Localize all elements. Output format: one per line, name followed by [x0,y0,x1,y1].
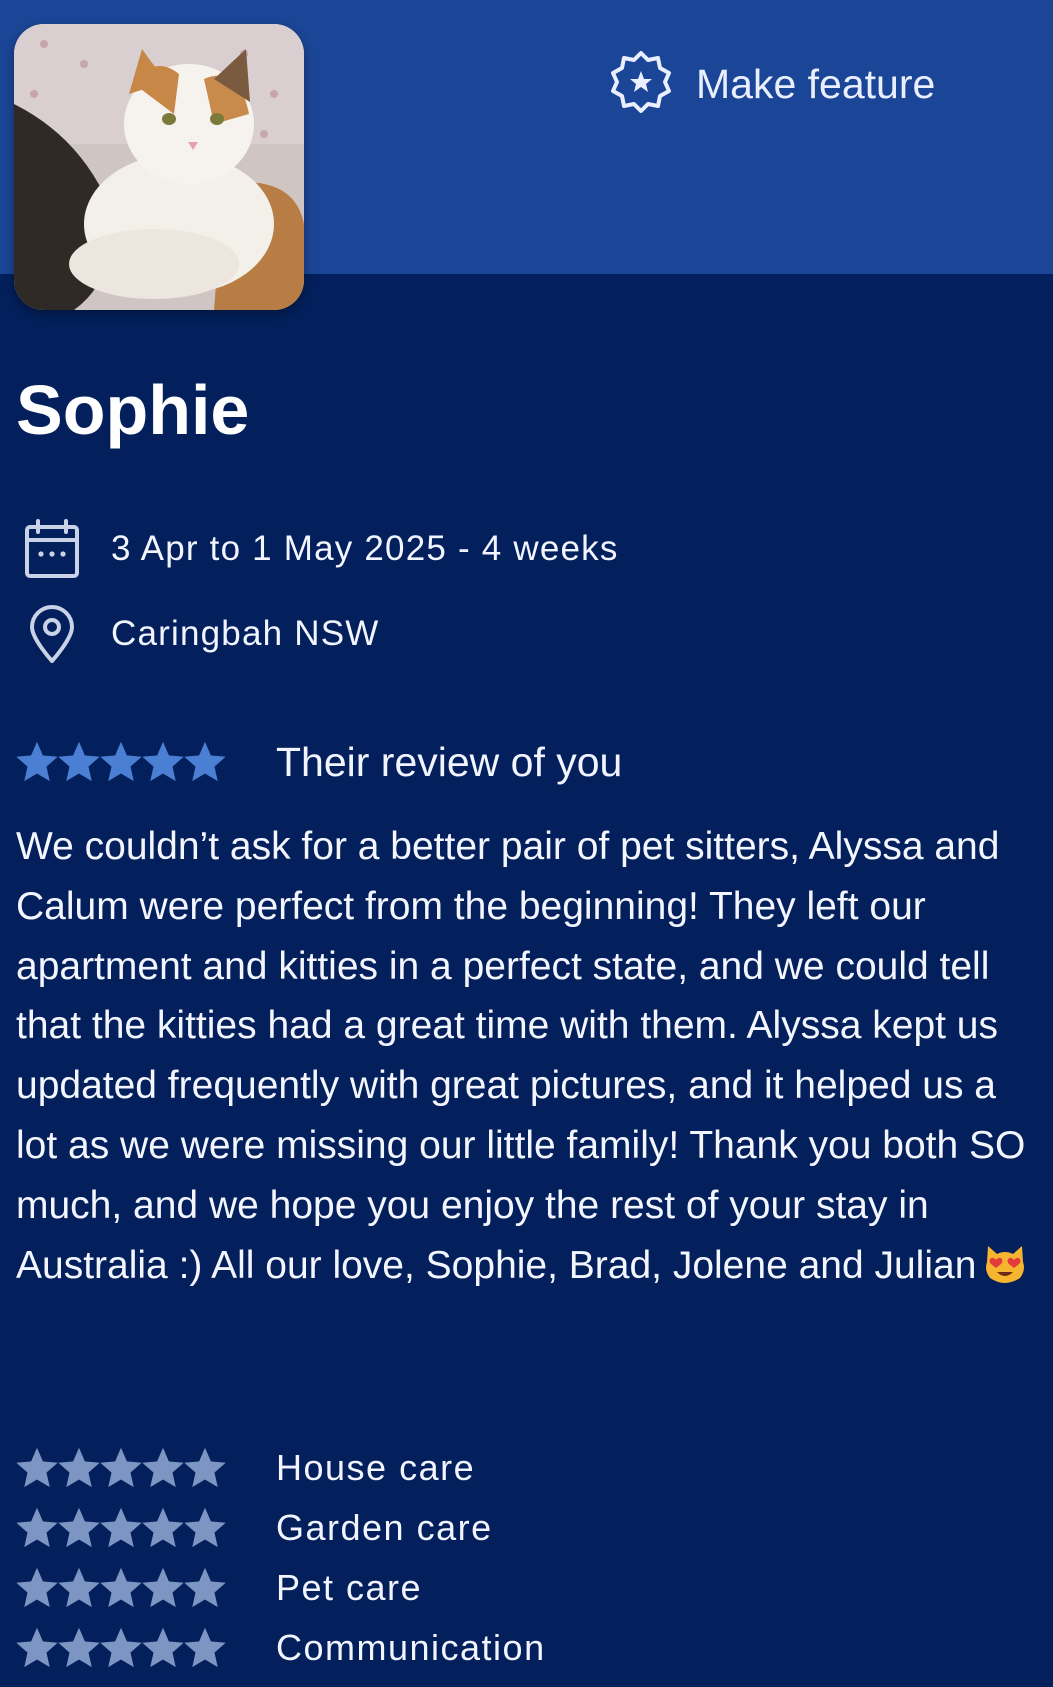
category-rating-row: Pet care [16,1558,546,1618]
star-icon [184,741,226,782]
category-label: House care [276,1447,476,1488]
star-icon [58,1627,100,1668]
star-icon [100,741,142,782]
star-icon [16,1507,58,1548]
calendar-icon [20,518,84,580]
star-icon [142,741,184,782]
category-label: Communication [276,1627,546,1668]
star-icon [16,1627,58,1668]
pet-photo [14,24,304,310]
category-label: Pet care [276,1567,423,1608]
category-rating-stars [16,1447,226,1489]
star-icon [58,1567,100,1608]
star-icon [100,1627,142,1668]
star-icon [58,1507,100,1548]
category-rating-row: Communication [16,1618,546,1678]
star-icon [142,1567,184,1608]
review-header: Their review of you [16,736,622,788]
make-feature-label: Make feature [696,60,936,107]
star-icon [184,1447,226,1488]
category-ratings: House care Garden care Pet care Communicati… [16,1438,546,1678]
star-icon [142,1447,184,1488]
stay-location-row: Caringbah NSW [20,603,379,665]
star-icon [58,1447,100,1488]
star-icon [184,1507,226,1548]
category-rating-row: Garden care [16,1498,546,1558]
stay-dates-row: 3 Apr to 1 May 2025 - 4 weeks [20,518,619,580]
star-icon [100,1447,142,1488]
owner-name: Sophie [16,371,250,449]
star-icon [16,1447,58,1488]
star-icon [58,741,100,782]
stay-location: Caringbah NSW [111,614,380,653]
star-icon [184,1627,226,1668]
category-rating-stars [16,1567,226,1609]
category-rating-stars [16,1507,226,1549]
star-icon [16,741,58,782]
star-icon [100,1507,142,1548]
location-pin-icon [20,603,84,665]
heart-eyes-cat-emoji [982,1240,1028,1286]
star-badge-icon [608,49,674,120]
review-rating-stars [16,741,226,783]
review-text: We couldn’t ask for a better pair of pet… [16,817,1046,1295]
stay-dates: 3 Apr to 1 May 2025 - 4 weeks [111,529,619,568]
review-text-content: We couldn’t ask for a better pair of pet… [16,825,1026,1287]
make-feature-button[interactable]: Make feature [608,44,935,124]
category-rating-row: House care [16,1438,546,1498]
star-icon [142,1627,184,1668]
star-icon [16,1567,58,1608]
review-title: Their review of you [276,738,623,785]
category-label: Garden care [276,1507,493,1548]
star-icon [142,1507,184,1548]
star-icon [100,1567,142,1608]
star-icon [184,1567,226,1608]
category-rating-stars [16,1627,226,1669]
